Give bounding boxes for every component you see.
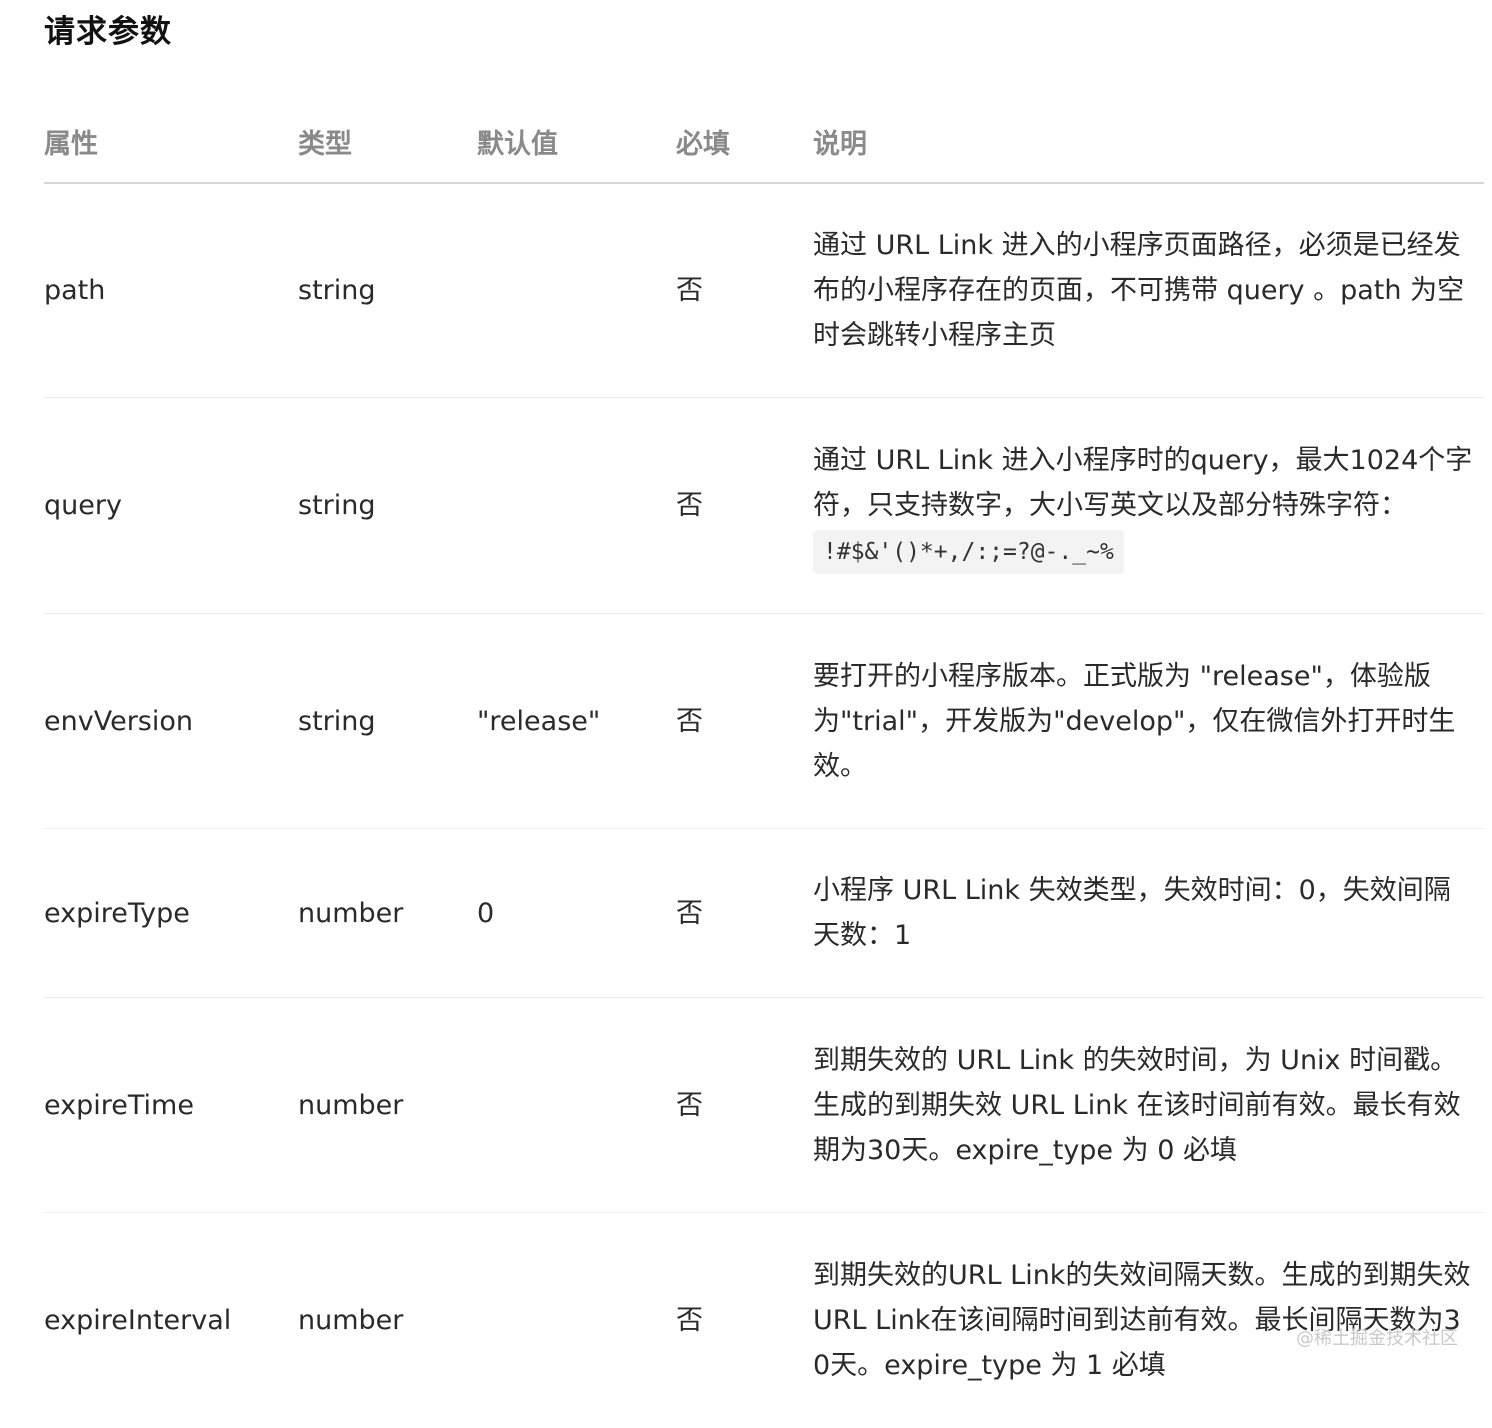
cell-required: 否 [676,998,813,1213]
description-text: 小程序 URL Link 失效类型，失效时间：0，失效间隔天数：1 [813,875,1451,951]
cell-default: 0 [477,829,676,998]
cell-default: "release" [477,614,676,829]
table-row: query string 否 通过 URL Link 进入小程序时的query，… [44,398,1484,614]
cell-property: expireType [44,829,298,998]
cell-type: string [298,183,477,398]
table-row: envVersion string "release" 否 要打开的小程序版本。… [44,614,1484,829]
cell-required: 否 [676,183,813,398]
description-text: 通过 URL Link 进入小程序时的query，最大1024个字符，只支持数字… [813,445,1472,521]
cell-type: number [298,998,477,1213]
watermark: @稀土掘金技术社区 [1296,1324,1458,1350]
cell-default [477,183,676,398]
table-row: path string 否 通过 URL Link 进入的小程序页面路径，必须是… [44,183,1484,398]
cell-type: string [298,398,477,614]
cell-description: 到期失效的URL Link的失效间隔天数。生成的到期失效URL Link在该间隔… [813,1213,1484,1428]
table-row: expireTime number 否 到期失效的 URL Link 的失效时间… [44,998,1484,1213]
description-text: 通过 URL Link 进入的小程序页面路径，必须是已经发布的小程序存在的页面，… [813,230,1464,351]
cell-property: envVersion [44,614,298,829]
cell-type: number [298,1213,477,1428]
cell-property: expireTime [44,998,298,1213]
description-text: 到期失效的URL Link的失效间隔天数。生成的到期失效URL Link在该间隔… [813,1260,1470,1381]
cell-property: expireInterval [44,1213,298,1428]
section-title: 请求参数 [44,6,172,51]
cell-default [477,998,676,1213]
special-chars-code: !#$&'()*+,/:;=?@-._~% [813,530,1124,574]
header-property: 属性 [44,100,298,183]
cell-property: query [44,398,298,614]
table-row: expireType number 0 否 小程序 URL Link 失效类型，… [44,829,1484,998]
header-default: 默认值 [477,100,676,183]
cell-description: 通过 URL Link 进入的小程序页面路径，必须是已经发布的小程序存在的页面，… [813,183,1484,398]
cell-required: 否 [676,398,813,614]
cell-type: string [298,614,477,829]
header-required: 必填 [676,100,813,183]
cell-required: 否 [676,829,813,998]
header-type: 类型 [298,100,477,183]
cell-required: 否 [676,614,813,829]
cell-description: 小程序 URL Link 失效类型，失效时间：0，失效间隔天数：1 [813,829,1484,998]
cell-default [477,398,676,614]
cell-description: 通过 URL Link 进入小程序时的query，最大1024个字符，只支持数字… [813,398,1484,614]
description-text: 要打开的小程序版本。正式版为 "release"，体验版为"trial"，开发版… [813,661,1455,782]
header-description: 说明 [813,100,1484,183]
cell-type: number [298,829,477,998]
cell-description: 要打开的小程序版本。正式版为 "release"，体验版为"trial"，开发版… [813,614,1484,829]
cell-description: 到期失效的 URL Link 的失效时间，为 Unix 时间戳。生成的到期失效 … [813,998,1484,1213]
params-table: 属性 类型 默认值 必填 说明 path string 否 通过 URL Lin… [44,100,1484,1428]
table-row: expireInterval number 否 到期失效的URL Link的失效… [44,1213,1484,1428]
cell-required: 否 [676,1213,813,1428]
description-text: 到期失效的 URL Link 的失效时间，为 Unix 时间戳。生成的到期失效 … [813,1045,1461,1166]
cell-property: path [44,183,298,398]
cell-default [477,1213,676,1428]
table-header-row: 属性 类型 默认值 必填 说明 [44,100,1484,183]
